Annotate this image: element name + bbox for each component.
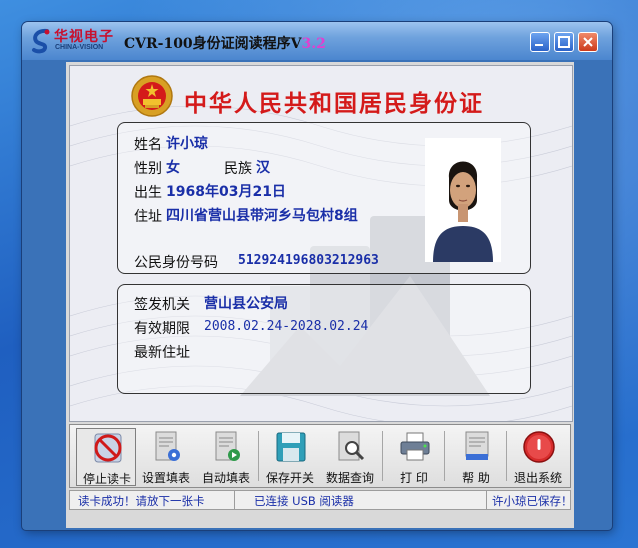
card-title: 中华人民共和国居民身份证 xyxy=(184,90,484,117)
power-exit-icon xyxy=(523,431,555,463)
form-settings-button[interactable]: 设置填表 xyxy=(136,428,196,486)
data-query-button[interactable]: 数据查询 xyxy=(320,428,380,486)
validity-value: 2008.02.24-2028.02.24 xyxy=(204,319,369,334)
id-number-value: 512924196803212963 xyxy=(238,253,379,268)
form-settings-label: 设置填表 xyxy=(141,471,190,485)
toolbar-separator xyxy=(258,431,259,481)
help-button[interactable]: 帮 助 xyxy=(446,428,506,486)
authority-value: 营山县公安局 xyxy=(204,296,288,312)
id-card-panel: 中华人民共和国居民身份证 姓名 许小琼 性别 女 民族 汉 出生 1968年03… xyxy=(69,65,573,422)
birth-value: 1968年03月21日 xyxy=(166,184,286,200)
sex-value: 女 xyxy=(166,160,180,176)
name-value: 许小琼 xyxy=(166,136,208,152)
ethnicity-label: 民族 xyxy=(224,161,252,177)
authority-label: 签发机关 xyxy=(134,297,190,313)
form-settings-icon xyxy=(155,431,180,461)
maximize-button[interactable] xyxy=(554,32,574,52)
toolbar-separator xyxy=(506,431,507,481)
help-icon xyxy=(465,431,489,460)
stop-read-icon xyxy=(94,433,122,463)
auto-fill-icon xyxy=(215,431,240,461)
auto-fill-label: 自动填表 xyxy=(201,471,250,485)
save-disk-icon xyxy=(276,432,306,462)
help-label: 帮 助 xyxy=(462,471,490,485)
address-label: 住址 xyxy=(134,209,162,225)
close-icon xyxy=(583,37,593,47)
print-label: 打 印 xyxy=(400,471,428,485)
auto-fill-button[interactable]: 自动填表 xyxy=(196,428,256,486)
window-title-main: CVR-100身份证阅读程序V xyxy=(124,36,302,52)
maximize-icon xyxy=(558,36,570,48)
china-vision-logo-icon xyxy=(32,28,50,54)
toolbar-separator xyxy=(444,431,445,481)
exit-label: 退出系统 xyxy=(513,471,562,485)
birth-label: 出生 xyxy=(134,185,162,201)
ethnicity-value: 汉 xyxy=(256,160,270,176)
id-photo xyxy=(425,138,501,262)
status-separator xyxy=(486,491,487,509)
logo-english-text: CHINA-VISION xyxy=(55,44,104,51)
status-saved: 许小琼已保存！ xyxy=(492,494,573,508)
stop-read-button[interactable]: 停止读卡 xyxy=(76,428,136,486)
print-button[interactable]: 打 印 xyxy=(384,428,444,486)
exit-button[interactable]: 退出系统 xyxy=(508,428,568,486)
close-button[interactable] xyxy=(578,32,598,52)
toolbar-separator xyxy=(382,431,383,481)
status-connection: 已连接 USB 阅读器 xyxy=(254,494,354,508)
window-title: CVR-100身份证阅读程序V3.2 xyxy=(124,33,326,53)
data-query-label: 数据查询 xyxy=(325,471,374,485)
validity-label: 有效期限 xyxy=(134,321,190,337)
save-toggle-label: 保存开关 xyxy=(265,471,314,485)
minimize-icon xyxy=(535,44,543,46)
address-value: 四川省营山县带河乡马包村8组 xyxy=(166,208,358,224)
logo-chinese-text: 华视电子 xyxy=(54,29,114,45)
id-number-label: 公民身份号码 xyxy=(134,255,218,271)
status-message: 读卡成功！请放下一张卡 xyxy=(78,494,205,508)
name-label: 姓名 xyxy=(134,137,162,153)
sex-label: 性别 xyxy=(134,161,162,177)
new-address-label: 最新住址 xyxy=(134,345,190,361)
title-bar[interactable]: 华视电子 CHINA-VISION CVR-100身份证阅读程序V3.2 xyxy=(22,22,612,60)
toolbar: 停止读卡 设置填表 自动填表 保存开关 数据查询 打 印 帮 助 退出系统 xyxy=(69,424,571,488)
minimize-button[interactable] xyxy=(530,32,550,52)
window-title-version: 3.2 xyxy=(301,36,326,52)
data-search-icon xyxy=(338,431,365,461)
client-area: 中华人民共和国居民身份证 姓名 许小琼 性别 女 民族 汉 出生 1968年03… xyxy=(66,62,574,528)
status-bar: 读卡成功！请放下一张卡 已连接 USB 阅读器 许小琼已保存！ xyxy=(69,490,573,510)
app-window: 华视电子 CHINA-VISION CVR-100身份证阅读程序V3.2 中华人… xyxy=(22,22,612,530)
national-emblem-icon xyxy=(131,75,173,117)
printer-icon xyxy=(400,432,430,461)
stop-read-label: 停止读卡 xyxy=(82,472,131,486)
status-separator xyxy=(234,491,235,509)
save-toggle-button[interactable]: 保存开关 xyxy=(260,428,320,486)
